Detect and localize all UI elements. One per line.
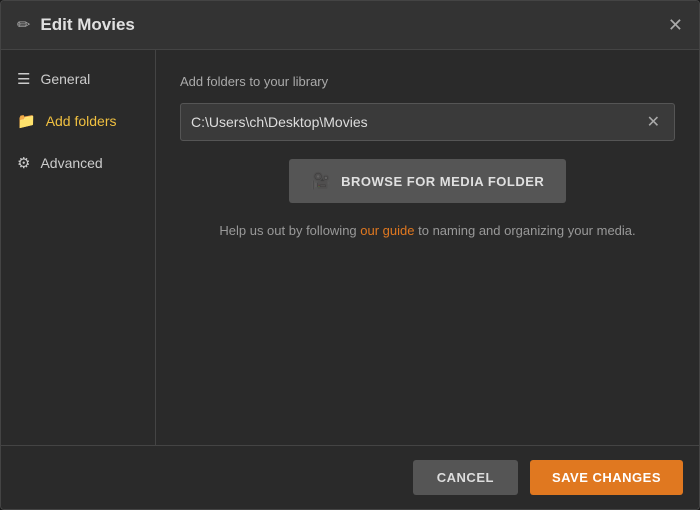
sidebar-item-advanced[interactable]: ⚙ Advanced	[1, 142, 155, 184]
browse-button-label: BROWSE FOR MEDIA FOLDER	[341, 174, 544, 189]
help-text: Help us out by following our guide to na…	[180, 221, 675, 241]
folder-path: C:\Users\ch\Desktop\Movies	[191, 104, 643, 140]
dialog-footer: CANCEL SAVE CHANGES	[1, 445, 699, 509]
sidebar-item-add-folders-label: Add folders	[46, 113, 117, 129]
gear-icon: ⚙	[17, 154, 30, 172]
close-button[interactable]: ✕	[668, 16, 683, 34]
main-content: Add folders to your library C:\Users\ch\…	[156, 50, 699, 445]
folder-icon: 📁	[17, 112, 36, 130]
folder-clear-button[interactable]: ✕	[643, 108, 664, 136]
dialog-title: Edit Movies	[40, 15, 134, 35]
folder-row: C:\Users\ch\Desktop\Movies ✕	[180, 103, 675, 141]
sidebar-item-general-label: General	[40, 71, 90, 87]
edit-icon: ✏	[17, 15, 30, 35]
save-button[interactable]: SAVE CHANGES	[530, 460, 683, 495]
edit-movies-dialog: ✏ Edit Movies ✕ ☰ General 📁 Add folders …	[0, 0, 700, 510]
help-text-before: Help us out by following	[219, 223, 360, 238]
camera-icon: 🎥	[311, 171, 331, 191]
title-bar: ✏ Edit Movies ✕	[1, 1, 699, 50]
sidebar: ☰ General 📁 Add folders ⚙ Advanced	[1, 50, 156, 445]
sidebar-item-advanced-label: Advanced	[40, 155, 102, 171]
title-bar-left: ✏ Edit Movies	[17, 15, 135, 35]
dialog-body: ☰ General 📁 Add folders ⚙ Advanced Add f…	[1, 50, 699, 445]
sidebar-item-general[interactable]: ☰ General	[1, 58, 155, 100]
browse-button[interactable]: 🎥 BROWSE FOR MEDIA FOLDER	[289, 159, 567, 203]
sidebar-item-add-folders[interactable]: 📁 Add folders	[1, 100, 155, 142]
cancel-button[interactable]: CANCEL	[413, 460, 518, 495]
general-icon: ☰	[17, 70, 30, 88]
section-title: Add folders to your library	[180, 74, 675, 89]
help-text-after: to naming and organizing your media.	[415, 223, 636, 238]
our-guide-link[interactable]: our guide	[360, 223, 414, 238]
